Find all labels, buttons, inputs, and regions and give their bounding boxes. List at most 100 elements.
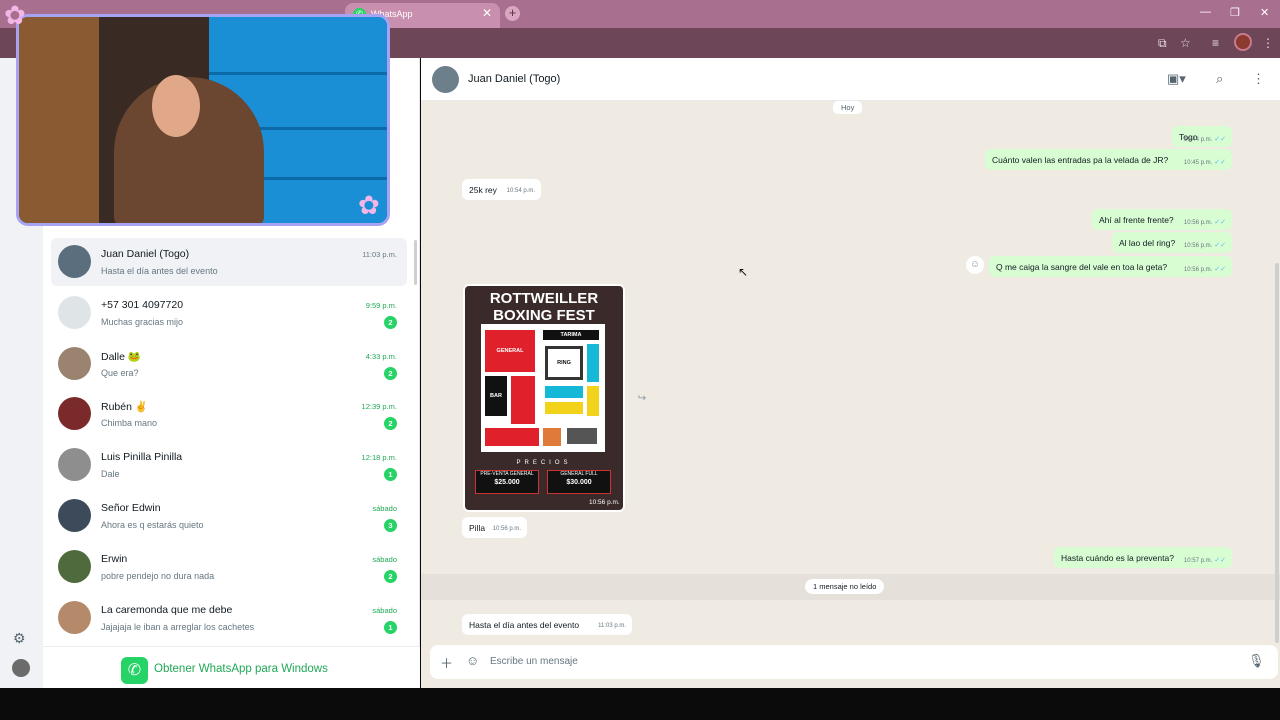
browser-profile-avatar[interactable] (1234, 33, 1252, 51)
whatsapp-logo-icon: ✆ (121, 657, 148, 684)
flower-decoration-icon: ✿ (4, 0, 26, 30)
search-icon[interactable]: ⌕ (1216, 71, 1223, 87)
chat-preview: Que era? (101, 367, 139, 378)
minimize-button[interactable]: — (1200, 6, 1211, 18)
message-composer[interactable]: ＋ ☺ Escribe un mensaje 🎙 (430, 645, 1278, 679)
chat-avatar[interactable] (58, 346, 91, 380)
outgoing-message[interactable]: Hasta cuándo es la preventa? 10:57 p.m. ✓✓ (1054, 547, 1232, 568)
webcam-door (19, 17, 99, 223)
bottom-bar (0, 688, 1280, 720)
chat-preview: Jajajaja le iban a arreglar los cachetes (101, 621, 255, 632)
chat-name: Señor Edwin (101, 502, 161, 514)
unread-badge: 1 (384, 620, 397, 634)
chat-preview: Dale (101, 469, 120, 480)
message-time: 10:56 p.m. ✓✓ (1183, 242, 1226, 249)
general-zone: GENERAL (485, 330, 535, 372)
message-input[interactable]: Escribe un mensaje (490, 656, 578, 667)
read-ticks-icon: ✓✓ (1214, 557, 1226, 564)
tarima-zone: TARIMA (543, 330, 599, 340)
screen: ✆ WhatsApp ✕ + — ❐ ✕ ⧉ ☆ ≡ ⋮ ⚙ Juan Dani… (0, 0, 1280, 720)
prices-heading: PRECIOS (516, 460, 572, 466)
chat-item[interactable]: Juan Daniel (Togo) Hasta el día antes del… (51, 238, 407, 286)
chat-name: La caremonda que me debe (101, 603, 233, 616)
sticker-icon[interactable]: ☺ (466, 653, 479, 668)
price-preventa: PRE-VENTA GENERAL $25.000 (475, 470, 539, 494)
read-ticks-icon: ✓✓ (1214, 242, 1226, 249)
message-text: Pilla (469, 523, 486, 533)
unread-badge: 2 (384, 315, 397, 329)
conversation-scrollbar[interactable] (1275, 263, 1279, 643)
new-tab-button[interactable]: + (505, 6, 520, 21)
forward-icon[interactable]: ↪ (633, 390, 651, 408)
unread-badge: 2 (384, 569, 397, 583)
attach-plus-icon[interactable]: ＋ (440, 653, 453, 672)
side-zone-yellow (587, 386, 599, 416)
date-chip: Hoy (833, 101, 863, 114)
chat-avatar[interactable] (58, 448, 91, 482)
image-message[interactable]: ROTTWEILLER BOXING FEST GENERAL BAR TARI… (463, 284, 625, 512)
emoji-react-icon[interactable]: ☺ (966, 256, 984, 274)
incoming-message[interactable]: Pilla 10:56 p.m. (462, 517, 527, 538)
microphone-icon[interactable]: 🎙 (1248, 653, 1265, 669)
outgoing-message[interactable]: Al lao del ring? 10:56 p.m. ✓✓ (1112, 232, 1232, 253)
general-zone-lower (511, 376, 535, 424)
price-general-full: GENERAL FULL $30.000 (547, 470, 611, 494)
read-ticks-icon: ✓✓ (1214, 159, 1226, 166)
message-time: 10:56 p.m. ✓✓ (1183, 266, 1226, 273)
side-zone-blue (587, 344, 599, 382)
incoming-message[interactable]: Hasta el día antes del evento 11:03 p.m. (462, 614, 632, 635)
chat-name: Luis Pinilla Pinilla (101, 451, 183, 464)
read-ticks-icon: ✓✓ (1214, 266, 1226, 273)
tab-close-icon[interactable]: ✕ (482, 6, 492, 20)
settings-icon[interactable]: ⚙ (13, 630, 26, 647)
profile-avatar[interactable] (12, 659, 30, 677)
chat-preview: Chimba mano (101, 418, 158, 429)
menu-icon[interactable]: ⋮ (1252, 71, 1265, 87)
outgoing-message[interactable]: Cuánto valen las entradas pa la velada d… (985, 149, 1232, 170)
chat-time: 12:18 p.m. (361, 453, 397, 463)
chat-item[interactable]: Señor Edwin Ahora es q estarás quieto sába… (51, 492, 407, 540)
chat-item[interactable]: Dalle 🐸 Que era? 4:33 p.m. 2 (51, 340, 407, 388)
message-text: Hasta cuándo es la preventa? (1061, 553, 1174, 563)
close-window-button[interactable]: ✕ (1260, 6, 1269, 19)
read-ticks-icon: ✓✓ (1214, 219, 1226, 226)
outgoing-message[interactable]: Q me caiga la sangre del vale en toa la … (989, 256, 1232, 277)
chat-preview: pobre pendejo no dura nada (101, 570, 215, 581)
browser-menu-icon[interactable]: ⋮ (1262, 36, 1274, 50)
bookmark-star-icon[interactable]: ☆ (1180, 36, 1191, 50)
chat-avatar[interactable] (58, 397, 91, 431)
venue-map: GENERAL BAR TARIMA RING (481, 324, 605, 452)
chat-list-scrollbar[interactable] (414, 240, 417, 285)
chat-item[interactable]: Luis Pinilla Pinilla Dale 12:18 p.m. 1 (51, 441, 407, 489)
chat-item[interactable]: +57 301 4097720 Muchas gracias mijo 9:59 p… (51, 289, 407, 337)
get-whatsapp-link[interactable]: Obtener WhatsApp para Windows (154, 663, 328, 675)
unread-badge: 1 (384, 468, 397, 482)
chat-avatar[interactable] (58, 245, 91, 278)
get-whatsapp-banner[interactable]: ✆ Obtener WhatsApp para Windows (43, 646, 420, 688)
outgoing-message[interactable]: Togo 10:44 p.m. ✓✓ (1172, 126, 1232, 147)
chat-item[interactable]: Erwin pobre pendejo no dura nada sábado 2 (51, 543, 407, 591)
chat-item[interactable]: La caremonda que me debe Jajajaja le iban… (51, 594, 407, 642)
message-text: Al lao del ring? (1119, 238, 1176, 248)
chat-avatar[interactable] (58, 600, 91, 634)
restore-button[interactable]: ❐ (1230, 6, 1240, 19)
event-poster-image[interactable]: ROTTWEILLER BOXING FEST GENERAL BAR TARI… (465, 286, 623, 510)
chat-avatar[interactable] (58, 295, 91, 329)
bar-zone: BAR (485, 376, 507, 416)
chat-item[interactable]: Rubén ✌️ Chimba mano 12:39 p.m. 2 (51, 390, 407, 438)
chat-avatar[interactable] (58, 499, 91, 532)
message-text: Cuánto valen las entradas pa la velada d… (992, 155, 1169, 165)
orange-zone (543, 428, 561, 446)
message-text: 25k rey (469, 185, 497, 195)
contact-avatar[interactable] (432, 66, 459, 93)
conversation-pane: Juan Daniel (Togo) ▣▾ ⌕ ⋮ Hoy Togo 10:44 … (421, 58, 1280, 688)
contact-name[interactable]: Juan Daniel (Togo) (468, 73, 560, 85)
chat-avatar[interactable] (58, 549, 91, 583)
conversation-header[interactable]: Juan Daniel (Togo) ▣▾ ⌕ ⋮ (421, 58, 1280, 101)
chat-time: 12:39 p.m. (361, 402, 397, 412)
media-controls-icon[interactable]: ≡ (1212, 36, 1219, 50)
incoming-message[interactable]: 25k rey 10:54 p.m. (462, 179, 541, 200)
video-call-icon[interactable]: ▣▾ (1167, 71, 1186, 87)
install-app-icon[interactable]: ⧉ (1158, 36, 1167, 51)
outgoing-message[interactable]: Ahí al frente frente? 10:56 p.m. ✓✓ (1092, 209, 1232, 230)
